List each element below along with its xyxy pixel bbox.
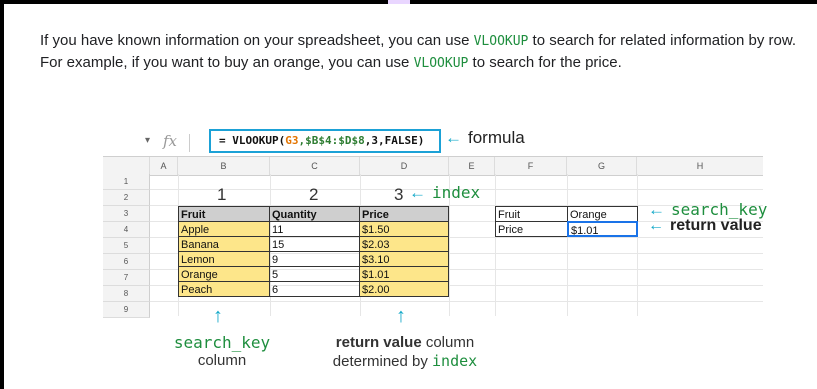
determined-by-text: determined by — [332, 353, 433, 370]
price-label-cell[interactable]: Price — [495, 221, 568, 237]
col-header-d[interactable]: D — [360, 157, 449, 175]
table-header-fruit[interactable]: Fruit — [178, 206, 270, 222]
grid-line — [567, 174, 568, 316]
formula-label: formula — [468, 128, 525, 147]
table-cell[interactable]: 11 — [269, 221, 360, 237]
fruit-label-cell[interactable]: Fruit — [495, 206, 568, 222]
arrow-left-icon: ← — [409, 183, 426, 202]
table-cell[interactable]: $2.03 — [359, 236, 449, 252]
table-cell[interactable]: 6 — [269, 281, 360, 297]
intro-paragraph: If you have known information on your sp… — [40, 30, 800, 74]
index-code: index — [432, 352, 478, 370]
row-header-9[interactable]: 9 — [103, 302, 150, 318]
grid-line — [150, 301, 763, 302]
arrow-up-icon: ↑ — [213, 305, 223, 327]
return-value-bold: return value — [335, 334, 422, 351]
return-value-annotation: ← return value — [648, 217, 762, 235]
grid-line — [495, 174, 496, 316]
vlookup-code-2: VLOOKUP — [413, 56, 469, 71]
col-header-c[interactable]: C — [270, 157, 360, 175]
top-accent — [388, 0, 410, 4]
corner-cell[interactable] — [103, 157, 150, 175]
col-header-a[interactable]: A — [150, 157, 178, 175]
table-cell[interactable]: 9 — [269, 251, 360, 267]
column-number-3: 3 — [394, 185, 404, 204]
return-value-cell[interactable]: $1.01 — [567, 221, 638, 237]
formula-input[interactable]: = VLOOKUP(G3,$B$4:$D$8,3,FALSE) — [209, 129, 441, 153]
formula-suffix: ,3,FALSE) — [364, 134, 425, 147]
row-header-6[interactable]: 6 — [103, 254, 150, 270]
fx-icon: fx — [163, 132, 178, 150]
index-label: index — [432, 183, 481, 202]
col-header-h[interactable]: H — [637, 157, 763, 175]
grid-line — [637, 174, 638, 316]
chevron-down-icon[interactable]: ▾ — [145, 135, 150, 146]
formula-annotation: ← formula — [445, 128, 525, 148]
index-annotation: ← index — [409, 183, 480, 203]
left-border — [0, 0, 4, 389]
arrow-left-icon: ← — [648, 217, 664, 234]
search-key-cell[interactable]: Orange — [567, 206, 638, 222]
table-cell[interactable]: 5 — [269, 266, 360, 282]
table-cell[interactable]: $2.00 — [359, 281, 449, 297]
table-cell[interactable]: Banana — [178, 236, 270, 252]
return-value-column-caption: return value column determined by index — [300, 334, 510, 371]
search-key-column-caption: search_key column — [158, 334, 286, 370]
row-header-8[interactable]: 8 — [103, 286, 150, 302]
col-header-b[interactable]: B — [178, 157, 270, 175]
column-number-2: 2 — [309, 185, 319, 204]
arrow-left-icon: ← — [445, 128, 462, 147]
return-value-label: return value — [670, 217, 762, 234]
table-cell[interactable]: Peach — [178, 281, 270, 297]
formula-ref: G3 — [285, 134, 299, 147]
table-cell[interactable]: Orange — [178, 266, 270, 282]
column-word-2: column — [421, 334, 475, 351]
row-header-2[interactable]: 2 — [103, 190, 150, 206]
row-header-5[interactable]: 5 — [103, 238, 150, 254]
table-cell[interactable]: $1.01 — [359, 266, 449, 282]
col-header-f[interactable]: F — [495, 157, 567, 175]
row-header-7[interactable]: 7 — [103, 270, 150, 286]
table-cell[interactable]: Apple — [178, 221, 270, 237]
col-header-g[interactable]: G — [567, 157, 637, 175]
table-header-quantity[interactable]: Quantity — [269, 206, 360, 222]
table-cell[interactable]: 15 — [269, 236, 360, 252]
formula-range: ,$B$4:$D$8 — [298, 134, 365, 147]
table-cell[interactable]: $1.50 — [359, 221, 449, 237]
row-header-3[interactable]: 3 — [103, 206, 150, 222]
arrow-up-icon: ↑ — [396, 305, 406, 327]
top-border — [0, 0, 817, 4]
spreadsheet: ▾ fx = VLOOKUP(G3,$B$4:$D$8,3,FALSE) ← fo… — [103, 128, 767, 318]
row-header-1[interactable]: 1 — [103, 174, 150, 190]
column-word: column — [197, 352, 247, 369]
table-header-price[interactable]: Price — [359, 206, 449, 222]
formula-prefix: = VLOOKUP( — [219, 134, 286, 147]
col-header-e[interactable]: E — [449, 157, 495, 175]
divider — [189, 134, 190, 152]
column-headers: A B C D E F G H — [103, 156, 763, 176]
formula-bar: ▾ fx = VLOOKUP(G3,$B$4:$D$8,3,FALSE) ← fo… — [103, 128, 763, 156]
table-cell[interactable]: Lemon — [178, 251, 270, 267]
row-header-4[interactable]: 4 — [103, 222, 150, 238]
intro-text-1: If you have known information on your sp… — [40, 32, 474, 49]
vlookup-code-1: VLOOKUP — [473, 34, 529, 49]
column-number-1: 1 — [217, 185, 227, 204]
search-key-code: search_key — [173, 333, 271, 352]
table-cell[interactable]: $3.10 — [359, 251, 449, 267]
intro-text-3: to search for the price. — [468, 54, 622, 71]
